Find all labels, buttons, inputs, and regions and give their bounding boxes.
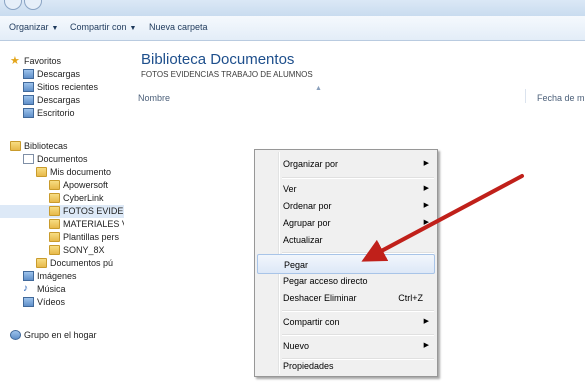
red-arrow-line — [361, 174, 524, 262]
annotation-arrow — [361, 174, 524, 262]
